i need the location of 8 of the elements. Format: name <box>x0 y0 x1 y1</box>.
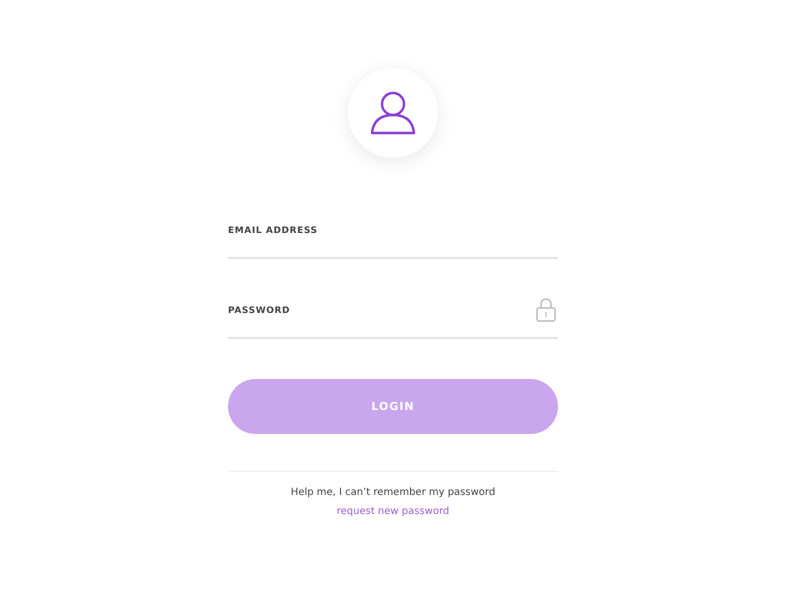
request-password-link[interactable]: request new password <box>336 506 450 517</box>
field-label: PASSWORD <box>228 306 290 316</box>
field-label: EMAIL ADDRESS <box>228 226 318 236</box>
input-field[interactable]: EMAIL ADDRESS <box>228 218 558 259</box>
user-icon <box>370 90 416 136</box>
input-field[interactable]: PASSWORD <box>228 298 558 339</box>
help-text: Help me, I can’t remember my password <box>290 487 496 498</box>
lock-icon <box>536 298 556 322</box>
